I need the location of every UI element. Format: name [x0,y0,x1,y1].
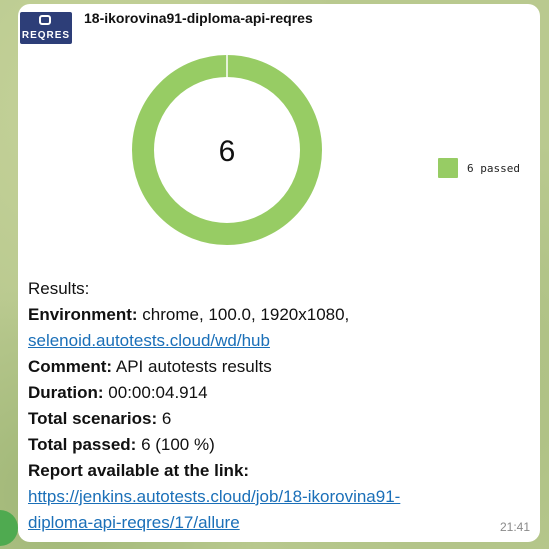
message-text: Results: Environment: chrome, 100.0, 192… [28,276,528,536]
environment-line: Environment: chrome, 100.0, 1920x1080, [28,302,528,328]
results-heading: Results: [28,279,90,298]
scenarios-line: Total scenarios: 6 [28,406,528,432]
passed-label: Total passed: [28,435,137,454]
comment-label: Comment: [28,357,113,376]
message-bubble: REQRES 18-ikorovina91-diploma-api-reqres… [18,4,540,542]
legend-swatch-passed [438,158,458,178]
message-timestamp: 21:41 [499,520,530,534]
donut-chart: 6 6 passed [18,24,540,264]
scenarios-value: 6 [161,409,172,428]
passed-value: 6 (100 %) [141,435,215,454]
comment-line: Comment: API autotests results [28,354,528,380]
report-link-line2: diploma-api-reqres/17/allure [28,510,528,536]
donut-chart-svg: 6 [132,55,322,245]
center-label: 6 [219,135,236,168]
report-link-continued[interactable]: diploma-api-reqres/17/allure [28,513,240,532]
environment-label: Environment: [28,305,138,324]
comment-value: API autotests results [115,357,272,376]
environment-value: chrome, 100.0, 1920x1080, [142,305,350,324]
passed-line: Total passed: 6 (100 %) [28,432,528,458]
legend-label-passed: 6 passed [467,162,520,175]
environment-link[interactable]: selenoid.autotests.cloud/wd/hub [28,331,270,350]
environment-link-line: selenoid.autotests.cloud/wd/hub [28,328,528,354]
duration-value: 00:00:04.914 [108,383,208,402]
scenarios-label: Total scenarios: [28,409,158,428]
report-link-line1: https://jenkins.autotests.cloud/job/18-i… [28,484,528,510]
duration-label: Duration: [28,383,104,402]
report-label: Report available at the link: [28,461,250,480]
report-link[interactable]: https://jenkins.autotests.cloud/job/18-i… [28,487,400,506]
duration-line: Duration: 00:00:04.914 [28,380,528,406]
